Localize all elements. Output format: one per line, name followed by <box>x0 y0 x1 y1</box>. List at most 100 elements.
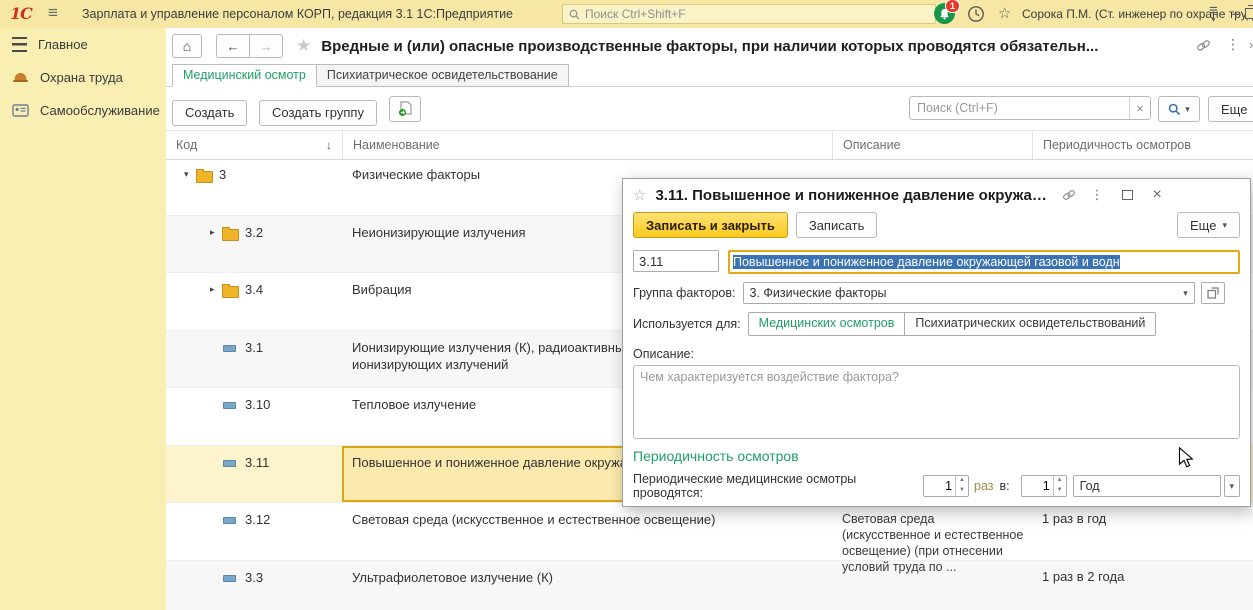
sidebar-item-label: Самообслуживание <box>40 103 160 118</box>
more-actions-icon[interactable]: ⋮ <box>1226 36 1240 53</box>
periodicity-row: Периодические медицинские осмотры провод… <box>633 472 1240 500</box>
notifications-button[interactable]: 1 <box>934 3 955 24</box>
list-search-input[interactable]: Поиск (Ctrl+F) × <box>909 96 1151 120</box>
row-code: 3.3 <box>245 570 263 585</box>
item-icon <box>223 517 236 524</box>
favorites-icon[interactable]: ☆ <box>998 4 1011 22</box>
create-group-button[interactable]: Создать группу <box>259 100 377 126</box>
code-field[interactable] <box>633 250 719 272</box>
period-count-spinner[interactable]: ▲▼ <box>923 475 969 497</box>
save-and-close-button[interactable]: Записать и закрыть <box>633 212 788 238</box>
row-code: 3.4 <box>245 282 263 297</box>
group-row: Группа факторов: 3. Физические факторы ▾ <box>633 282 1240 304</box>
tab-psychiatric-exam[interactable]: Психиатрическое освидетельствование <box>317 64 569 87</box>
global-search-input[interactable]: Поиск Ctrl+Shift+F <box>562 4 936 24</box>
more-actions-icon[interactable]: ⋮ <box>1090 187 1103 203</box>
item-icon <box>223 345 236 352</box>
sidebar-item-self-service[interactable]: Самообслуживание <box>0 94 166 127</box>
maximize-icon[interactable] <box>1122 190 1133 200</box>
spinner-arrows[interactable]: ▲▼ <box>955 476 968 496</box>
row-code: 3.2 <box>245 225 263 240</box>
main-section-icon <box>12 37 27 52</box>
row-code: 3.1 <box>245 340 263 355</box>
column-name[interactable]: Наименование <box>342 131 832 159</box>
group-combobox[interactable]: 3. Физические факторы ▾ <box>743 282 1195 304</box>
dialog-toolbar: Записать и закрыть Записать Еще ▾ <box>623 207 1250 242</box>
column-periodicity[interactable]: Периодичность осмотров <box>1032 131 1253 159</box>
list-more-button[interactable]: Еще ▾ <box>1208 96 1253 122</box>
app-title: Зарплата и управление персоналом КОРП, р… <box>82 7 513 21</box>
list-tabs: Медицинский осмотр Психиатрическое освид… <box>172 64 569 87</box>
used-for-row: Используется для: Медицинских осмотров П… <box>633 312 1240 336</box>
helmet-icon <box>12 71 29 84</box>
get-link-icon[interactable] <box>1196 38 1211 53</box>
1c-logo: 1С <box>10 4 32 23</box>
global-search-placeholder: Поиск Ctrl+Shift+F <box>585 7 686 21</box>
home-button[interactable]: ⌂ <box>172 34 202 58</box>
page-title: Вредные и (или) опасные производственные… <box>321 38 1098 55</box>
used-for-medical-option[interactable]: Медицинских осмотров <box>749 313 906 335</box>
row-code: 3.10 <box>245 397 270 412</box>
service-menu-icon[interactable]: ≡ ▾ <box>1209 4 1218 22</box>
period-unit-field[interactable]: Год <box>1073 475 1221 497</box>
group-value: 3. Физические факторы <box>744 286 1178 300</box>
used-for-switch: Медицинских осмотров Психиатрических осв… <box>748 312 1157 336</box>
copy-item-button[interactable] <box>389 96 421 122</box>
forward-button[interactable]: → <box>250 34 283 58</box>
expand-open-icon[interactable]: ▾ <box>184 169 196 180</box>
more-label: Еще <box>1190 218 1216 233</box>
period-count-input[interactable] <box>924 476 955 496</box>
minimize-button[interactable]: – <box>1232 6 1239 21</box>
row-description <box>832 561 1032 610</box>
group-label: Группа факторов: <box>633 286 736 300</box>
name-field[interactable]: Повышенное и пониженное давление окружаю… <box>728 250 1240 274</box>
item-icon <box>223 460 236 467</box>
get-link-icon[interactable] <box>1062 188 1076 202</box>
period-interval-spinner[interactable]: ▲▼ <box>1021 475 1067 497</box>
table-row[interactable]: 3.3 Ультрафиолетовое излучение (К) 1 раз… <box>166 561 1253 610</box>
favorite-star-icon[interactable]: ☆ <box>633 186 646 204</box>
open-group-button[interactable] <box>1201 282 1225 304</box>
column-description[interactable]: Описание <box>832 131 1032 159</box>
folder-icon <box>222 286 239 298</box>
factor-edit-dialog: ☆ 3.11. Повышенное и пониженное давление… <box>622 178 1251 507</box>
search-icon <box>569 9 580 20</box>
restore-window-button[interactable] <box>1245 8 1253 19</box>
row-code: 3 <box>219 167 226 182</box>
tab-medical-exam[interactable]: Медицинский осмотр <box>172 64 317 87</box>
column-code[interactable]: Код ↓ <box>166 131 342 159</box>
list-search-placeholder: Поиск (Ctrl+F) <box>910 101 1129 115</box>
period-label: Периодические медицинские осмотры провод… <box>633 472 917 500</box>
period-interval-input[interactable] <box>1022 476 1053 496</box>
expand-closed-icon[interactable]: ▸ <box>210 227 222 238</box>
dialog-more-button[interactable]: Еще ▾ <box>1177 212 1240 238</box>
period-unit-dropdown-button[interactable]: ▾ <box>1224 475 1240 497</box>
sidebar-item-main[interactable]: Главное <box>0 28 166 61</box>
panel-chevron-icon[interactable]: › <box>1249 37 1253 52</box>
item-icon <box>223 575 236 582</box>
close-icon[interactable]: × <box>1152 188 1161 202</box>
folder-open-icon <box>196 171 213 183</box>
history-icon[interactable] <box>967 5 985 23</box>
period-in-label: в: <box>1000 479 1010 493</box>
sidebar-item-labor-safety[interactable]: Охрана труда <box>0 61 166 94</box>
expand-closed-icon[interactable]: ▸ <box>210 284 222 295</box>
create-button[interactable]: Создать <box>172 100 247 126</box>
table-row[interactable]: 3.12 Световая среда (искусственное и ест… <box>166 503 1253 561</box>
column-label: Периодичность осмотров <box>1043 138 1191 152</box>
used-for-psychiatric-option[interactable]: Психиатрических освидетельствований <box>905 313 1155 335</box>
save-button[interactable]: Записать <box>796 212 878 238</box>
current-user[interactable]: Сорока П.М. (Ст. инженер по охране труда… <box>1022 7 1253 21</box>
favorite-star-icon[interactable]: ★ <box>296 36 311 56</box>
dialog-title: 3.11. Повышенное и пониженное давление о… <box>655 187 1053 204</box>
main-menu-icon[interactable]: ≡ <box>48 3 58 23</box>
description-textarea[interactable] <box>633 365 1240 439</box>
spinner-arrows[interactable]: ▲▼ <box>1053 476 1066 496</box>
used-for-label: Используется для: <box>633 317 741 331</box>
clear-search-icon[interactable]: × <box>1129 97 1150 119</box>
search-options-button[interactable]: ▾ <box>1158 96 1200 122</box>
back-button[interactable]: ← <box>216 34 250 58</box>
chevron-down-icon: ▾ <box>1185 104 1190 115</box>
chevron-down-icon[interactable]: ▾ <box>1178 288 1194 299</box>
row-description: Световая среда (искусственное и естестве… <box>832 503 1032 560</box>
